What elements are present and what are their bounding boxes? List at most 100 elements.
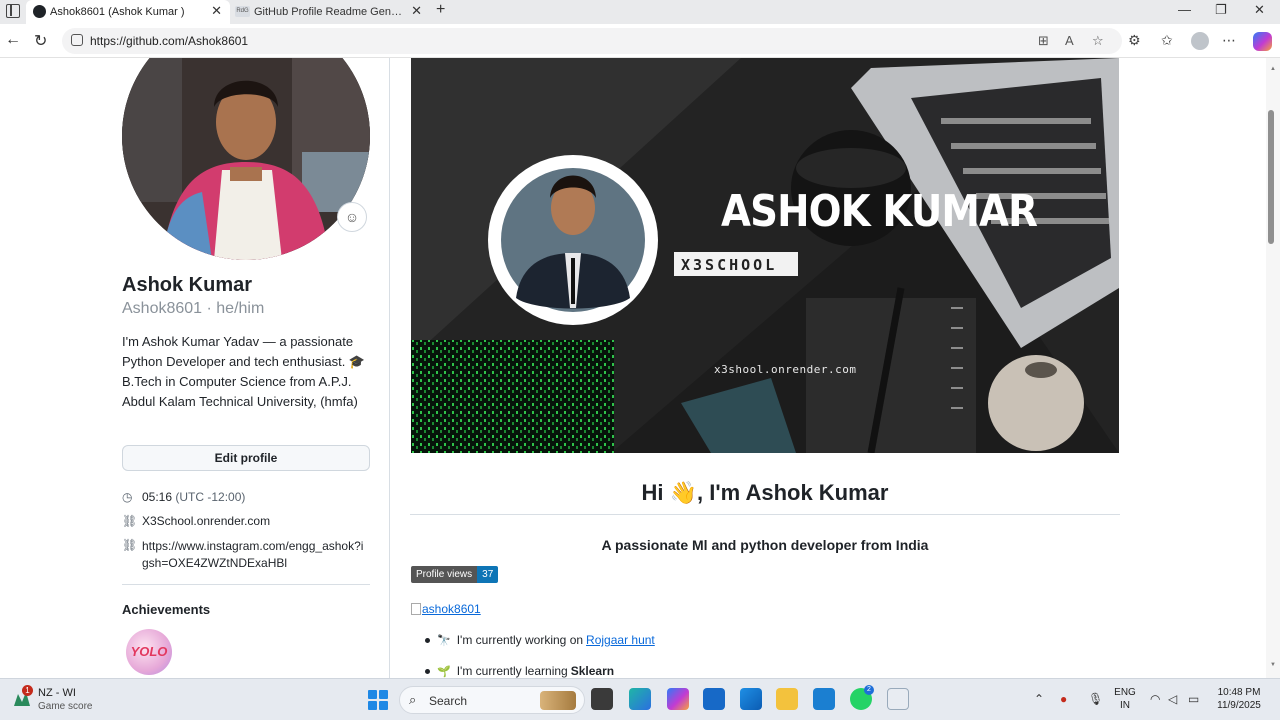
clock-icon: ◷ [122,490,133,504]
wifi-icon[interactable]: ◠ [1150,692,1160,706]
store-icon[interactable] [703,688,725,710]
image-alt-text[interactable]: ashok8601 [422,602,481,616]
app-available-icon[interactable]: ⊞ [1038,33,1049,49]
broken-image-link[interactable]: ashok8601 [411,602,481,616]
address-bar: ← ↻ https://github.com/Ashok8601 ⊞ A ☆ ⚙… [0,24,1280,58]
copilot-icon[interactable] [1253,32,1272,51]
banner-title: ASHOK KUMAR [721,186,1038,237]
widget-subtitle: Game score [38,701,93,712]
microphone-icon[interactable]: 🎙 [1088,692,1103,706]
profile-views-badge[interactable]: Profile views 37 [411,566,499,583]
link-icon: ⛓ [122,538,138,552]
whatsapp-badge: 2 [864,685,874,695]
widget-title: NZ - WI [38,687,76,699]
github-favicon-icon [33,5,46,18]
browser-profile-icon[interactable] [1191,32,1209,50]
yolo-achievement-badge[interactable]: YOLO [126,629,172,675]
edge-browser-icon[interactable] [629,688,651,710]
language-bottom[interactable]: IN [1112,700,1138,711]
battery-icon[interactable]: ▭ [1188,692,1199,706]
link-icon: ⛓ [122,514,138,528]
list-item-text: I'm currently working on [456,633,584,647]
list-item: 🌱 I'm currently learning Sklearn [425,664,614,678]
close-icon[interactable]: ✕ [411,3,422,19]
profile-bio: I'm Ashok Kumar Yadav — a passionate Pyt… [122,334,366,409]
readme-greeting: Hi 👋, I'm Ashok Kumar [641,480,889,505]
broken-image-icon [411,603,421,615]
github-profile-page: ☺ Ashok Kumar Ashok8601 · he/him I'm Ash… [0,58,1266,678]
readme-favicon-icon: RdG [235,6,250,17]
scrollbar-thumb[interactable] [1268,110,1274,244]
snipping-tool-icon[interactable] [887,688,909,710]
instagram-row: ⛓ https://www.instagram.com/engg_ashok?i… [122,538,370,572]
banner-tag: X3SCHOOL [681,256,778,274]
url-text[interactable]: https://github.com/Ashok8601 [90,34,248,48]
avatar[interactable] [122,58,370,260]
profile-views-label: Profile views [411,566,478,583]
local-time-row: ◷ 05:16 (UTC -12:00) [122,490,245,504]
extensions-icon[interactable]: ⚙ [1128,32,1141,49]
language-top[interactable]: ENG [1112,687,1138,698]
security-icon[interactable]: ● [1060,692,1067,706]
show-hidden-icons-icon[interactable]: ⌃ [1034,692,1044,706]
divider [122,584,370,585]
taskbar-search[interactable]: ⌕ Search [399,686,585,714]
tab-github-profile[interactable]: Ashok8601 (Ashok Kumar ) ✕ [26,0,230,24]
search-label: Search [429,694,468,708]
rojgaar-hunt-link[interactable]: Rojgaar hunt [586,633,655,647]
refresh-icon[interactable]: ↻ [34,31,47,51]
readme-content: ASHOK KUMAR X3SCHOOL x3shool.onrender.co… [410,58,1120,678]
scroll-up-icon[interactable]: ▲ [1270,66,1276,72]
clock-time[interactable]: 10:48 PM [1212,687,1266,698]
list-item: 🔭 I'm currently working on Rojgaar hunt [425,633,655,647]
tab-bar: Ashok8601 (Ashok Kumar ) ✕ RdG GitHub Pr… [0,0,1280,24]
readme-banner-image: ASHOK KUMAR X3SCHOOL x3shool.onrender.co… [411,58,1119,453]
favorite-star-icon[interactable]: ☆ [1092,33,1104,49]
search-icon: ⌕ [409,692,417,707]
vscode-icon[interactable] [813,688,835,710]
search-highlight-icon [540,691,576,710]
close-window-icon[interactable]: ✕ [1254,2,1265,18]
site-info-icon[interactable] [71,34,83,46]
profile-sidebar: ☺ Ashok Kumar Ashok8601 · he/him I'm Ash… [0,58,390,678]
instagram-link[interactable]: https://www.instagram.com/engg_ashok?igs… [142,538,370,572]
divider [410,514,1120,515]
profile-name: Ashok Kumar [122,274,253,296]
bullet-icon [425,637,430,643]
edit-profile-button[interactable]: Edit profile [122,445,370,471]
telescope-icon: 🔭 [437,634,451,647]
back-icon[interactable]: ← [5,31,21,49]
tab-label: GitHub Profile Readme Generator [254,6,404,18]
windows-taskbar: 1 NZ - WI Game score ⌕ Search 2 ⌃ ● 🎙 EN… [0,678,1280,720]
profile-handle: Ashok8601 · he/him [122,300,265,317]
url-input[interactable]: https://github.com/Ashok8601 ⊞ A ☆ [62,28,1122,54]
tab-actions-icon[interactable] [6,4,20,18]
profile-views-count: 37 [477,566,499,583]
file-explorer-icon[interactable] [776,688,798,710]
close-icon[interactable]: ✕ [211,3,222,19]
scroll-down-icon[interactable]: ▼ [1270,662,1276,668]
more-menu-icon[interactable]: ⋯ [1222,32,1236,49]
timezone: (UTC -12:00) [175,490,246,504]
task-view-icon[interactable] [591,688,613,710]
list-item-bold: Sklearn [570,664,615,678]
achievements-title: Achievements [122,602,211,617]
local-time: 05:16 [142,490,173,504]
set-status-icon[interactable]: ☺ [337,202,367,232]
readme-subheading: A passionate Ml and python developer fro… [601,537,929,553]
windows-start-icon[interactable] [368,690,388,710]
minimize-icon[interactable]: — [1178,2,1191,17]
maximize-icon[interactable]: ❐ [1215,2,1227,18]
copilot-app-icon[interactable] [667,688,689,710]
tab-readme-generator[interactable]: RdG GitHub Profile Readme Generator ✕ [230,0,430,24]
new-tab-icon[interactable]: + [436,1,445,19]
volume-icon[interactable]: ◁ [1168,692,1177,706]
outlook-icon[interactable] [740,688,762,710]
read-aloud-icon[interactable]: A [1065,33,1074,48]
tab-label: Ashok8601 (Ashok Kumar ) [50,6,185,18]
favorites-icon[interactable]: ✩ [1161,32,1173,49]
clock-date[interactable]: 11/9/2025 [1212,700,1266,711]
bullet-icon [425,668,430,674]
seedling-icon: 🌱 [437,665,451,678]
website-link[interactable]: X3School.onrender.com [142,514,270,528]
